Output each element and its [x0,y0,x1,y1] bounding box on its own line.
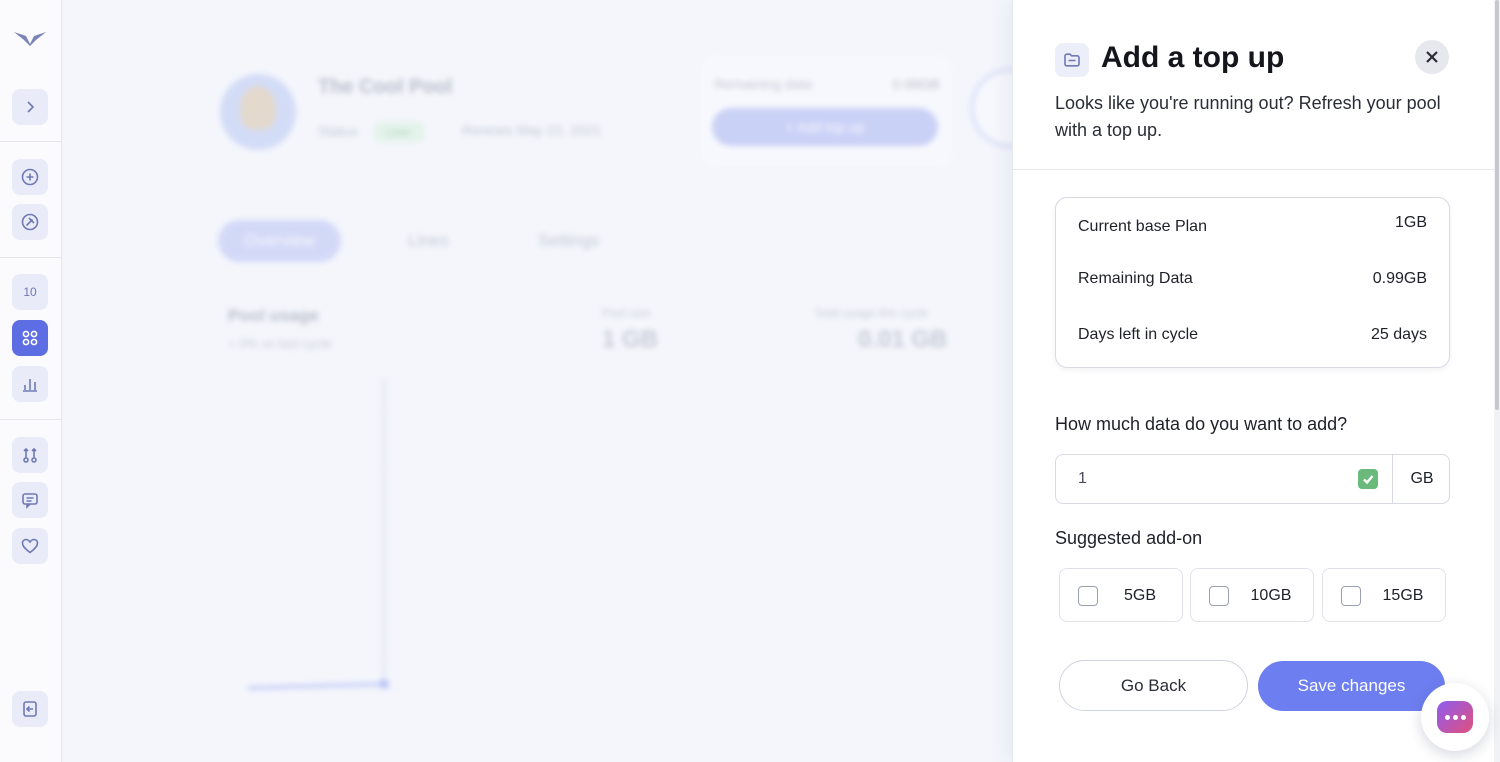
route-icon [23,447,37,463]
sidebar-ten-button[interactable]: 10 [12,274,48,310]
chat-launcher-button[interactable] [1421,683,1489,751]
save-changes-button[interactable]: Save changes [1258,661,1445,711]
usage-ring [970,68,1012,148]
add-top-up-button: + Add top up [712,108,938,146]
panel-subtitle: Looks like you're running out? Refresh y… [1055,93,1441,140]
pool-size-label: Pool size [602,306,651,320]
sidebar-logout-button[interactable] [12,691,48,727]
addon-option-10gb[interactable]: 10GB [1190,568,1314,622]
addon-checkbox[interactable] [1341,586,1361,606]
total-usage-label: Total usage this cycle [814,306,929,320]
usage-chart [232,377,952,690]
tab-settings: Settings [538,231,600,250]
summary-value: 25 days [1370,326,1427,343]
addon-option-15gb[interactable]: 15GB [1322,568,1446,622]
tab-lines: Lines [408,231,449,250]
pool-size-value: 1 GB [602,326,659,353]
logout-icon [23,701,37,717]
sidebar-divider [0,141,62,142]
summary-label: Current base Plan [1078,218,1207,235]
pool-usage-title: Pool usage [228,306,319,325]
addon-label: 10GB [1250,587,1292,604]
go-back-button[interactable]: Go Back [1059,660,1248,711]
data-amount-input[interactable] [1056,455,1392,503]
compass-icon [21,213,39,231]
bar-chart-icon [23,379,37,392]
pool-name: The Cool Pool [318,76,453,98]
add-top-up-panel: Add a top up Looks like you're running o… [1012,0,1495,762]
plus-circle-icon [21,168,39,186]
sidebar: 10 [0,0,62,762]
summary-label: Days left in cycle [1078,326,1199,343]
dashboard-background: The Cool Pool Status Live Renews May 22,… [62,0,1012,762]
chat-icon [22,493,38,509]
pool-status-label: Status [318,123,358,139]
sidebar-dashboard-button[interactable] [12,320,48,356]
data-amount-question: How much data do you want to add? [1055,414,1348,434]
pool-profile-card: The Cool Pool Status Live Renews May 22,… [212,58,652,168]
data-unit-label: GB [1410,470,1434,487]
close-icon [1426,51,1438,63]
panel-title: Add a top up [1101,41,1285,74]
folder-icon [1055,43,1089,77]
addon-option-5gb[interactable]: 5GB [1059,568,1183,622]
sidebar-messages-button[interactable] [12,482,48,518]
addon-checkbox[interactable] [1209,586,1229,606]
total-usage-value: 0.01 GB [858,326,948,353]
pool-status: Status Live [318,122,424,142]
checkmark-icon [1358,469,1378,489]
summary-value: 0.99GB [1372,270,1427,287]
close-button[interactable] [1415,40,1449,74]
logo-icon [14,32,46,46]
sidebar-favorites-button[interactable] [12,528,48,564]
sidebar-explore-button[interactable] [12,204,48,240]
sidebar-ten-label: 10 [23,285,37,299]
remaining-data-label: Remaining data [714,76,813,92]
remaining-data-card: Remaining data 0.99GB + Add top up [702,56,952,166]
addon-checkbox[interactable] [1078,586,1098,606]
data-amount-field: GB [1055,454,1450,504]
addon-label: 15GB [1382,587,1424,604]
sidebar-divider [0,419,62,420]
panel-header: Add a top up Looks like you're running o… [1013,0,1495,170]
chevron-right-icon [27,101,35,113]
sidebar-divider [0,257,62,258]
sidebar-add-button[interactable] [12,159,48,195]
sidebar-routes-button[interactable] [12,437,48,473]
summary-value: 1GB [1394,214,1427,231]
summary-label: Remaining Data [1078,270,1193,287]
remaining-data-value: 0.99GB [892,76,940,92]
pool-renews-date: Renews May 22, 2021 [462,122,602,138]
plan-summary-card: Current base Plan 1GB Remaining Data 0.9… [1055,197,1450,368]
addon-label: 5GB [1123,587,1156,604]
status-badge: Live [373,122,424,142]
chat-icon [1437,701,1473,733]
suggested-addon-label: Suggested add-on [1055,528,1203,548]
pool-usage-subtitle: + 0% vs last cycle [228,336,332,351]
sidebar-stats-button[interactable] [12,366,48,402]
grid-icon [22,330,38,346]
panel-scrollbar-thumb[interactable] [1495,0,1499,410]
tab-overview: Overview [218,220,341,262]
sidebar-expand-button[interactable] [12,89,48,125]
heart-icon [21,538,39,554]
dashboard-blurred-content: The Cool Pool Status Live Renews May 22,… [62,0,1012,762]
avatar [220,74,296,150]
